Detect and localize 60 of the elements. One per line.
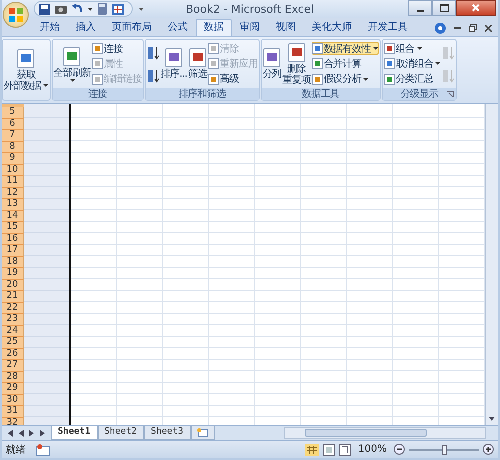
row-header[interactable]: 12 [2, 188, 24, 199]
row-header[interactable]: 22 [2, 302, 24, 314]
row-header[interactable]: 19 [2, 268, 24, 280]
sheet-tab[interactable]: Sheet1 [51, 426, 98, 440]
ribbon-button[interactable]: 分列 [262, 48, 282, 80]
row-header[interactable]: 10 [2, 164, 24, 176]
ribbon-tab[interactable]: 审阅 [232, 19, 268, 36]
ribbon-button[interactable]: 合并计算 [312, 57, 379, 70]
sheet-tab[interactable]: Sheet3 [144, 426, 191, 440]
zoom-level[interactable]: 100% [358, 444, 387, 455]
ribbon-button[interactable]: 数据有效性 [312, 42, 379, 56]
row-header[interactable]: 18 [2, 256, 24, 268]
row-header[interactable]: 11 [2, 176, 24, 188]
row-header[interactable]: 21 [2, 291, 24, 302]
row-header[interactable]: 8 [2, 142, 24, 153]
ribbon-tab[interactable]: 美化大师 [304, 19, 360, 36]
row-header[interactable]: 29 [2, 383, 24, 394]
ribbon-button[interactable]: 高级 [208, 72, 258, 86]
row-header[interactable]: 28 [2, 372, 24, 383]
group-label: 分级显示 [400, 88, 438, 101]
ribbon-button[interactable]: 连接 [92, 42, 142, 56]
window-title: Book2 - Microsoft Excel [186, 2, 314, 16]
ribbon-tab[interactable]: 公式 [160, 19, 196, 36]
ribbon-button[interactable]: 分类汇总 [384, 72, 442, 86]
group-label: 数据工具 [302, 88, 340, 101]
ribbon-tab[interactable]: 开发工具 [360, 19, 416, 36]
row-header[interactable]: 20 [2, 280, 24, 291]
ribbon-tab[interactable]: 视图 [268, 19, 304, 36]
row-header[interactable]: 9 [2, 153, 24, 164]
row-header[interactable]: 5 [2, 107, 24, 118]
row-header[interactable]: 26 [2, 348, 24, 360]
row-header[interactable]: 24 [2, 326, 24, 337]
group-label: 连接 [88, 88, 108, 101]
row-header[interactable]: 31 [2, 406, 24, 418]
row-header[interactable]: 16 [2, 234, 24, 245]
row-header[interactable]: 7 [2, 130, 24, 142]
ribbon-button[interactable]: 假设分析 [312, 72, 379, 86]
ribbon-tab[interactable]: 开始 [32, 19, 68, 36]
ribbon-tab[interactable]: 页面布局 [104, 19, 160, 36]
ribbon-button[interactable]: 删除 重复项 [282, 42, 311, 86]
row-header[interactable]: 25 [2, 337, 24, 348]
ribbon-button[interactable]: 取消组合 [384, 57, 442, 70]
ribbon-button[interactable]: 筛选 [188, 48, 208, 80]
row-header[interactable]: 27 [2, 360, 24, 372]
group-label: 排序和筛选 [178, 88, 226, 101]
row-header[interactable]: 14 [2, 210, 24, 222]
row-header[interactable]: 30 [2, 394, 24, 406]
ribbon-button[interactable]: 排序... [160, 48, 188, 80]
row-header[interactable]: 17 [2, 245, 24, 256]
ribbon-tab[interactable]: 数据 [196, 19, 232, 36]
row-header[interactable]: 6 [2, 118, 24, 130]
ribbon-tab[interactable]: 插入 [68, 19, 104, 36]
row-header[interactable]: 13 [2, 199, 24, 210]
row-header[interactable]: 15 [2, 222, 24, 234]
ribbon-button[interactable]: 组合 [384, 42, 442, 56]
sheet-tab[interactable]: Sheet2 [98, 426, 144, 440]
ribbon-button[interactable]: 获取 外部数据 [4, 48, 49, 92]
ribbon-button[interactable]: 全部刷新 [54, 46, 92, 82]
status-text: 就绪 [6, 444, 26, 456]
row-header[interactable]: 23 [2, 314, 24, 326]
